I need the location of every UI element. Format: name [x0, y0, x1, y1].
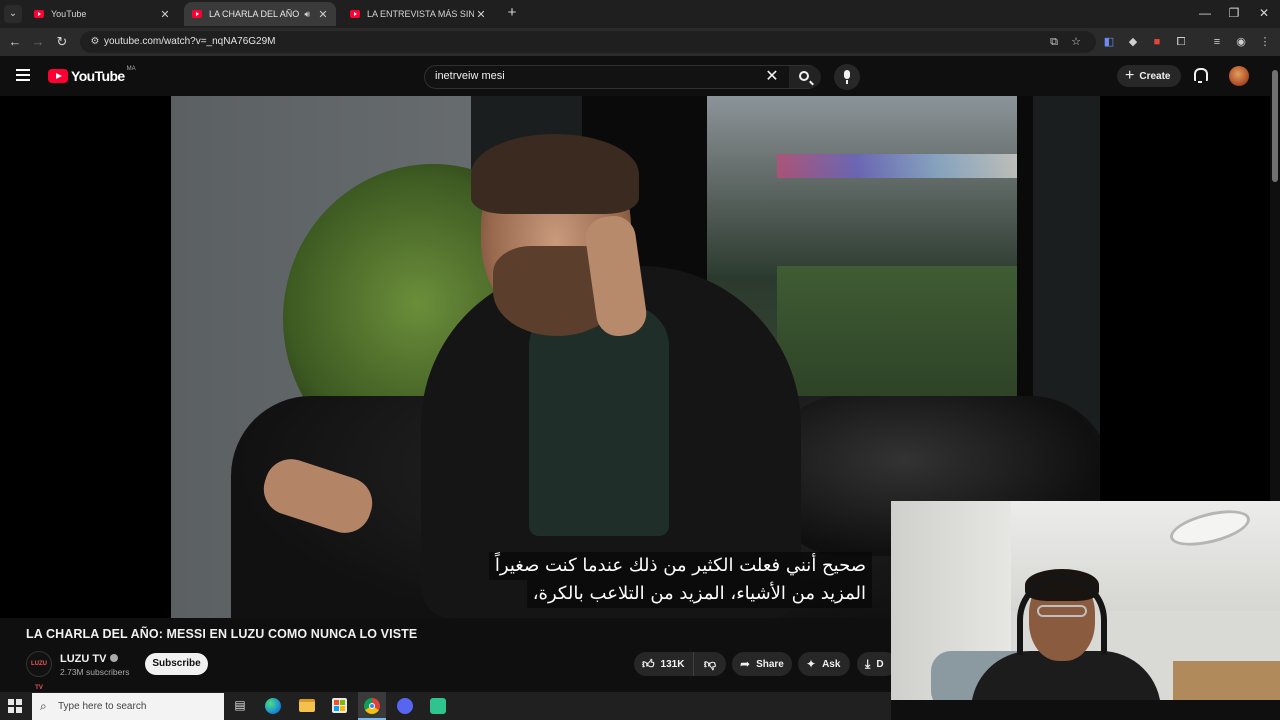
green-app-icon[interactable]: [430, 698, 446, 714]
like-button[interactable]: 👍︎ 131K: [634, 652, 694, 676]
minimize-button[interactable]: —: [1190, 4, 1220, 22]
reading-list-icon[interactable]: ≡: [1209, 34, 1225, 50]
search-input[interactable]: [435, 70, 735, 82]
file-explorer-icon[interactable]: [299, 699, 315, 712]
create-button[interactable]: + Create: [1117, 65, 1181, 87]
bookmark-star-icon[interactable]: ☆: [1068, 34, 1084, 50]
profile-icon[interactable]: ◉: [1233, 34, 1249, 50]
youtube-favicon-icon: [192, 10, 202, 18]
subscribe-button[interactable]: Subscribe: [145, 653, 208, 675]
youtube-favicon-icon: [34, 10, 44, 18]
youtube-favicon-icon: [350, 10, 360, 18]
country-code: MA: [126, 66, 136, 72]
scene-stadium-banners: [777, 154, 1017, 178]
task-view-icon[interactable]: ▤: [232, 698, 248, 714]
tab-title: LA CHARLA DEL AÑO: MES: [209, 9, 301, 19]
windows-start-icon[interactable]: [8, 699, 22, 713]
search-button[interactable]: [789, 66, 821, 88]
taskbar-search-box[interactable]: ⌕ Type here to search: [32, 693, 224, 720]
webcam-overlay: [891, 501, 1280, 700]
extensions-puzzle-icon[interactable]: ⧠: [1173, 34, 1189, 50]
restore-button[interactable]: ❐: [1219, 4, 1249, 22]
audio-playing-icon[interactable]: 🔊︎: [304, 9, 310, 20]
download-icon: ⤓: [865, 656, 871, 671]
ask-label: Ask: [822, 658, 841, 670]
channel-name[interactable]: LUZU TV: [60, 653, 119, 665]
subtitle-line: المزيد من الأشياء، المزيد من التلاعب بال…: [526, 580, 872, 608]
clear-search-icon[interactable]: ✕: [763, 68, 781, 86]
notifications-bell-icon[interactable]: [1193, 68, 1208, 83]
url-text: youtube.com/watch?v=_nqNA76G29M: [104, 36, 276, 47]
share-button[interactable]: ➦ Share: [732, 652, 792, 676]
dislike-button[interactable]: 👎︎: [694, 657, 726, 672]
tab-close-icon[interactable]: ✕: [316, 8, 330, 21]
translate-extension-icon[interactable]: ◧: [1101, 34, 1117, 50]
youtube-logo-text: YouTube: [71, 68, 125, 84]
webcam-person: [961, 567, 1171, 700]
close-window-button[interactable]: ✕: [1249, 4, 1279, 22]
download-label: D: [876, 658, 884, 670]
hamburger-menu-icon[interactable]: [16, 69, 30, 81]
discord-app-icon[interactable]: [397, 698, 413, 714]
browser-tab-strip: ⌄ YouTube ✕ LA CHARLA DEL AÑO: MES 🔊︎ ✕ …: [0, 0, 1280, 28]
browser-toolbar: ← → ↻ ⚙ youtube.com/watch?v=_nqNA76G29M …: [0, 28, 1280, 56]
share-arrow-icon: ➦: [740, 657, 751, 671]
youtube-header: YouTube MA ✕ + Create: [0, 56, 1270, 96]
like-dislike-group: 👍︎ 131K 👎︎: [634, 652, 726, 676]
new-tab-button[interactable]: +: [504, 5, 520, 21]
windows-taskbar: ⌕ Type here to search ▤: [0, 692, 891, 720]
subtitle-line: صحيح أنني فعلت الكثير من ذلك عندما كنت ص…: [488, 552, 872, 580]
extension-diamond-icon[interactable]: ◆: [1125, 34, 1141, 50]
microsoft-store-icon[interactable]: [332, 698, 347, 713]
forward-arrow-icon[interactable]: →: [28, 33, 48, 51]
scrollbar-thumb[interactable]: [1272, 70, 1278, 182]
search-icon: ⌕: [40, 699, 47, 713]
video-title: LA CHARLA DEL AÑO: MESSI EN LUZU COMO NU…: [26, 627, 418, 641]
tab-close-icon[interactable]: ✕: [158, 8, 172, 21]
webcam-wooden-furniture: [1173, 661, 1280, 700]
search-icon: [799, 71, 809, 81]
verified-check-icon: [110, 654, 119, 662]
thumbs-up-icon: 👍︎: [642, 656, 655, 671]
edge-browser-icon[interactable]: [265, 698, 281, 714]
tab-title: LA ENTREVISTA MÁS SINCERA: [367, 9, 474, 19]
tab-title: YouTube: [51, 9, 87, 19]
create-label: Create: [1139, 70, 1171, 82]
video-subtitles: صحيح أنني فعلت الكثير من ذلك عندما كنت ص…: [488, 552, 872, 608]
scene-person-hair: [471, 134, 639, 214]
browser-tab-entrevista[interactable]: LA ENTREVISTA MÁS SINCERA ✕: [342, 2, 494, 26]
glasses-icon: [1037, 605, 1087, 617]
plus-icon: +: [1125, 67, 1135, 84]
account-avatar[interactable]: [1229, 66, 1249, 86]
chrome-browser-icon[interactable]: [358, 692, 386, 720]
share-label: Share: [756, 658, 784, 670]
youtube-play-logo-icon: [48, 69, 68, 83]
taskbar-search-placeholder: Type here to search: [58, 701, 147, 712]
ask-button[interactable]: ✦ Ask: [798, 652, 850, 676]
channel-avatar[interactable]: LUZU TV: [26, 651, 52, 691]
like-count: 131K: [660, 658, 685, 670]
thumbs-down-icon: 👎︎: [703, 656, 717, 671]
subscriber-count: 2.73M subscribers: [60, 667, 130, 677]
youtube-logo[interactable]: YouTube MA: [48, 66, 136, 84]
install-app-icon[interactable]: ⧉: [1046, 34, 1062, 50]
reload-icon[interactable]: ↻: [52, 33, 72, 51]
sparkle-icon: ✦: [806, 657, 817, 671]
channel-name-text: LUZU TV: [60, 653, 107, 665]
site-info-icon[interactable]: ⚙: [88, 35, 102, 49]
back-arrow-icon[interactable]: ←: [5, 33, 25, 51]
browser-tab-active-video[interactable]: LA CHARLA DEL AÑO: MES 🔊︎ ✕: [184, 2, 336, 26]
browser-tab-youtube[interactable]: YouTube ✕: [26, 2, 178, 26]
extension-red-icon[interactable]: ■: [1149, 34, 1165, 50]
scene-person-shirt: [529, 306, 669, 536]
search-box: ✕: [424, 65, 821, 89]
browser-menu-icon[interactable]: ⋮: [1257, 34, 1273, 50]
voice-search-mic-icon[interactable]: [834, 64, 860, 90]
tab-close-icon[interactable]: ✕: [474, 8, 488, 21]
address-bar[interactable]: ⚙ youtube.com/watch?v=_nqNA76G29M ⧉ ☆: [80, 31, 1096, 53]
tab-search-button[interactable]: ⌄: [4, 5, 22, 23]
